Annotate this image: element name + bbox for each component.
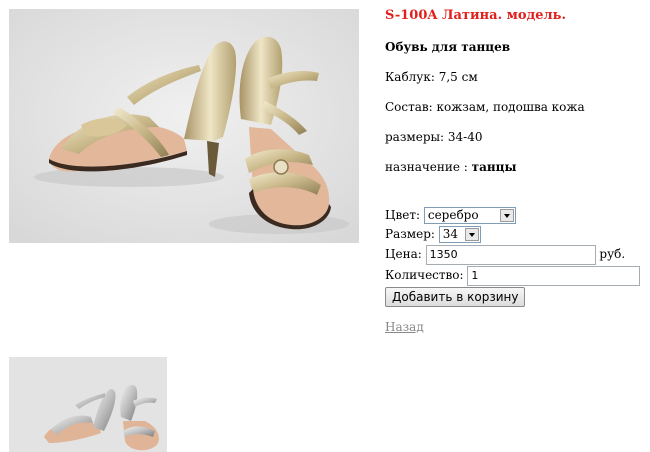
product-thumbnail[interactable] — [9, 357, 167, 452]
size-select[interactable]: 34 — [438, 226, 481, 243]
shoe-thumbnail-illustration — [9, 357, 167, 452]
composition: Состав: кожзам, подошва кожа — [385, 100, 585, 114]
purpose-label: назначение : — [385, 160, 468, 174]
color-label: Цвет: — [385, 208, 421, 222]
quantity-label: Количество: — [385, 268, 464, 282]
back-row: Назад — [385, 320, 424, 334]
quantity-field[interactable]: 1 — [467, 265, 641, 286]
product-subtitle: Обувь для танцев — [385, 40, 511, 54]
color-select-value: серебро — [427, 208, 479, 222]
color-row: Цвет: серебро — [385, 205, 516, 225]
size-range: размеры: 34-40 — [385, 130, 483, 144]
product-title: S-100A Латина. модель. — [385, 8, 567, 23]
size-select-value: 34 — [442, 227, 459, 241]
size-label: Размер: — [385, 227, 435, 241]
purpose: назначение : танцы — [385, 160, 517, 174]
price-row: Цена: 1350 руб. — [385, 244, 626, 265]
size-row: Размер: 34 — [385, 224, 481, 244]
color-select[interactable]: серебро — [423, 207, 516, 224]
product-photo — [9, 9, 359, 243]
add-to-cart-row: Добавить в корзину — [385, 287, 526, 307]
price-label: Цена: — [385, 247, 422, 261]
add-to-cart-button[interactable]: Добавить в корзину — [385, 287, 526, 307]
currency-label: руб. — [599, 247, 626, 261]
shoe-photo-illustration — [9, 9, 359, 243]
purpose-value: танцы — [471, 160, 517, 174]
chevron-down-icon — [464, 228, 479, 241]
quantity-row: Количество: 1 — [385, 265, 641, 286]
chevron-down-icon — [499, 209, 514, 222]
price-field[interactable]: 1350 — [425, 244, 596, 265]
heel-height: Каблук: 7,5 см — [385, 70, 478, 84]
back-link[interactable]: Назад — [385, 320, 424, 334]
